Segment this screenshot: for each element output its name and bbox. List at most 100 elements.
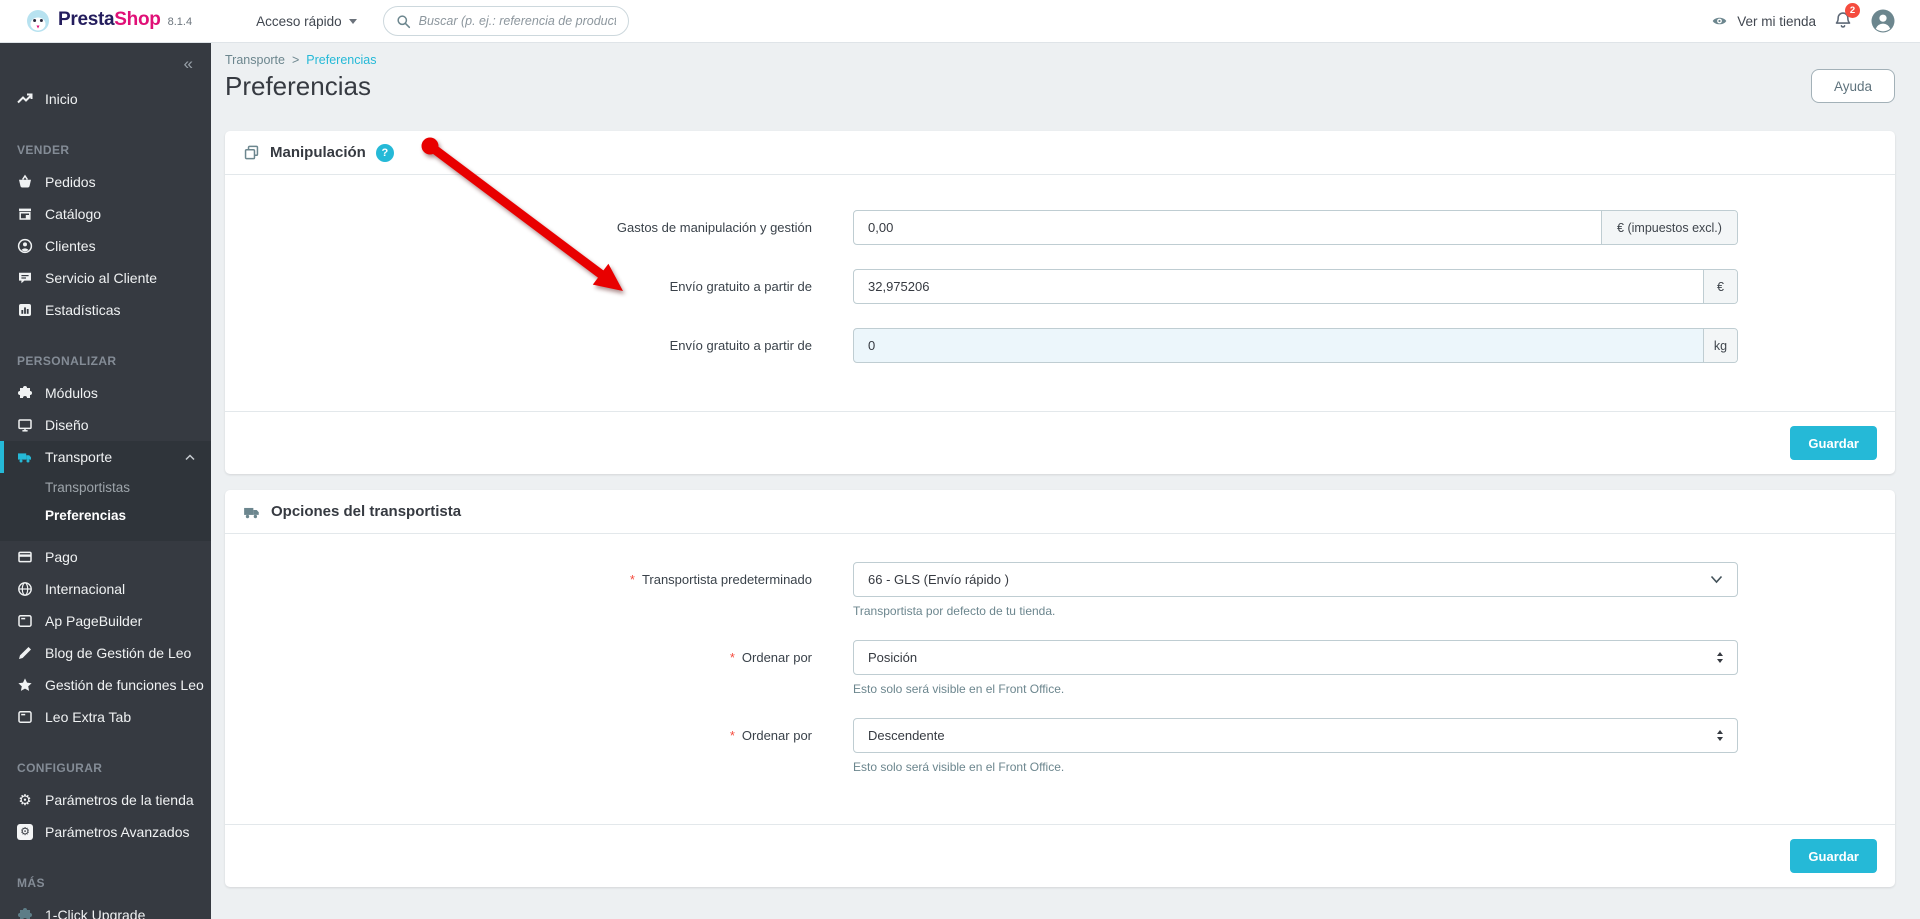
version-label: 8.1.4 bbox=[167, 16, 193, 28]
globe-icon bbox=[17, 581, 33, 597]
field-label: Gastos de manipulación y gestión bbox=[616, 220, 812, 235]
sidebar-item-label: Inicio bbox=[45, 91, 78, 107]
sidebar-item-blog-gestion-leo[interactable]: Blog de Gestión de Leo bbox=[0, 637, 211, 669]
field-label: * Ordenar por bbox=[729, 728, 812, 743]
sidebar-item-clientes[interactable]: Clientes bbox=[0, 230, 211, 262]
breadcrumb-current: Preferencias bbox=[306, 53, 377, 67]
person-circle-icon bbox=[17, 238, 33, 254]
sidebar-item-gestion-funciones-leo[interactable]: Gestión de funciones Leo bbox=[0, 669, 211, 701]
handling-panel-title: Manipulación bbox=[270, 144, 366, 161]
sidebar-item-leo-extra-tab[interactable]: Leo Extra Tab bbox=[0, 701, 211, 733]
view-shop-link[interactable]: Ver mi tienda bbox=[1710, 13, 1816, 29]
sidebar-collapse-button[interactable]: « bbox=[184, 55, 193, 72]
chevron-down-icon bbox=[1710, 575, 1723, 584]
quick-access-label: Acceso rápido bbox=[256, 13, 342, 29]
selected-value: Posición bbox=[868, 650, 918, 665]
carrier-panel-title: Opciones del transportista bbox=[271, 503, 462, 520]
field-label: Envío gratuito a partir de bbox=[669, 279, 812, 294]
sidebar-item-pago[interactable]: Pago bbox=[0, 541, 211, 573]
user-avatar[interactable] bbox=[1870, 8, 1896, 34]
sidebar-item-ap-pagebuilder[interactable]: Ap PageBuilder bbox=[0, 605, 211, 637]
trending-up-icon bbox=[17, 91, 33, 107]
prestashop-logo[interactable]: Presta Shop 8.1.4 bbox=[26, 9, 192, 33]
sidebar-item-parametros-tienda[interactable]: ⚙ Parámetros de la tienda bbox=[0, 784, 211, 816]
handling-fees-input[interactable] bbox=[854, 211, 1601, 244]
basket-icon bbox=[17, 174, 33, 190]
sidebar-item-pedidos[interactable]: Pedidos bbox=[0, 166, 211, 198]
sidebar-item-label: Internacional bbox=[45, 581, 126, 597]
eye-icon bbox=[1712, 17, 1727, 25]
sidebar-subitem-preferencias[interactable]: Preferencias bbox=[0, 501, 211, 529]
gear-box-icon: ⚙ bbox=[17, 824, 33, 840]
global-search[interactable] bbox=[382, 6, 629, 36]
sidebar-item-label: Catálogo bbox=[45, 206, 102, 222]
sidebar-item-label: Leo Extra Tab bbox=[45, 709, 132, 725]
required-marker: * bbox=[629, 572, 635, 587]
tab-window-icon bbox=[17, 709, 33, 725]
sidebar-item-label: Servicio al Cliente bbox=[45, 270, 158, 286]
chat-icon bbox=[17, 270, 33, 286]
field-label: * Transportista predeterminado bbox=[629, 572, 812, 587]
handling-fees-row: Gastos de manipulación y gestión € (impu… bbox=[225, 210, 1895, 245]
bar-chart-icon bbox=[17, 302, 33, 318]
transporte-expanded-group: Transporte Transportistas Preferencias bbox=[0, 441, 211, 541]
sidebar-item-estadisticas[interactable]: Estadísticas bbox=[0, 294, 211, 326]
default-carrier-select[interactable]: 66 - GLS (Envío rápido ) bbox=[853, 562, 1738, 597]
field-help-text: Esto solo será visible en el Front Offic… bbox=[853, 760, 1065, 774]
free-shipping-weight-input[interactable] bbox=[854, 329, 1703, 362]
help-bubble-icon[interactable]: ? bbox=[375, 143, 394, 162]
breadcrumb: Transporte > Preferencias bbox=[225, 43, 1895, 67]
sidebar-item-servicio-al-cliente[interactable]: Servicio al Cliente bbox=[0, 262, 211, 294]
save-button[interactable]: Guardar bbox=[1790, 426, 1877, 460]
sidebar-item-label: Módulos bbox=[45, 385, 98, 401]
gear-icon: ⚙ bbox=[18, 791, 32, 809]
sort-order-select[interactable]: Descendente bbox=[853, 718, 1738, 753]
sidebar-item-catalogo[interactable]: Catálogo bbox=[0, 198, 211, 230]
help-button[interactable]: Ayuda bbox=[1810, 69, 1895, 103]
page-title: Preferencias bbox=[225, 70, 371, 101]
sidebar-item-diseno[interactable]: Diseño bbox=[0, 409, 211, 441]
sidebar-section-personalizar: PERSONALIZAR bbox=[17, 354, 117, 368]
credit-card-icon bbox=[17, 549, 33, 565]
required-marker: * bbox=[729, 728, 735, 743]
sort-updown-icon bbox=[1717, 730, 1723, 741]
puzzle-icon bbox=[17, 907, 33, 919]
search-input[interactable] bbox=[418, 14, 616, 28]
copy-squares-icon bbox=[244, 145, 259, 160]
sidebar-subitem-transportistas[interactable]: Transportistas bbox=[0, 473, 211, 501]
monitor-icon bbox=[17, 417, 33, 433]
sidebar-item-parametros-avanzados[interactable]: ⚙ Parámetros Avanzados bbox=[0, 816, 211, 848]
sidebar-section-vender: VENDER bbox=[17, 143, 70, 157]
sidebar-item-modulos[interactable]: Módulos bbox=[0, 377, 211, 409]
free-shipping-weight-row: Envío gratuito a partir de kg bbox=[225, 328, 1895, 363]
truck-icon bbox=[17, 449, 33, 465]
sort-by-row: * Ordenar por Posición Esto solo será vis… bbox=[225, 640, 1895, 696]
brand-shop: Shop bbox=[114, 9, 161, 30]
quick-access-menu[interactable]: Acceso rápido bbox=[256, 14, 357, 29]
save-button[interactable]: Guardar bbox=[1790, 839, 1877, 873]
required-marker: * bbox=[729, 650, 735, 665]
currency-addon: € bbox=[1703, 270, 1737, 303]
sidebar-item-transporte[interactable]: Transporte bbox=[0, 441, 211, 473]
sidebar-item-label: Parámetros de la tienda bbox=[45, 792, 194, 808]
sidebar-item-1-click-upgrade[interactable]: 1-Click Upgrade bbox=[0, 899, 211, 919]
breadcrumb-separator: > bbox=[291, 53, 300, 67]
sidebar-item-label: Gestión de funciones Leo bbox=[45, 677, 204, 693]
tab-window-icon bbox=[17, 613, 33, 629]
sort-by-select[interactable]: Posición bbox=[853, 640, 1738, 675]
sidebar-item-inicio[interactable]: Inicio bbox=[0, 83, 211, 115]
sidebar: « Inicio VENDER Pedidos Catálogo Cliente… bbox=[0, 43, 211, 919]
field-help-text: Transportista por defecto de tu tienda. bbox=[853, 604, 1056, 618]
free-shipping-price-row: Envío gratuito a partir de € bbox=[225, 269, 1895, 304]
breadcrumb-parent[interactable]: Transporte bbox=[225, 53, 285, 67]
prestashop-mascot-icon bbox=[27, 10, 49, 32]
store-icon bbox=[17, 206, 33, 222]
sidebar-item-label: Clientes bbox=[45, 238, 96, 254]
selected-value: 66 - GLS (Envío rápido ) bbox=[868, 572, 1009, 587]
notifications-button[interactable]: 2 bbox=[1834, 2, 1860, 34]
free-shipping-price-input[interactable] bbox=[854, 270, 1703, 303]
sidebar-item-internacional[interactable]: Internacional bbox=[0, 573, 211, 605]
weight-addon: kg bbox=[1703, 329, 1737, 362]
field-label: Envío gratuito a partir de bbox=[669, 338, 812, 353]
search-icon bbox=[397, 14, 410, 28]
